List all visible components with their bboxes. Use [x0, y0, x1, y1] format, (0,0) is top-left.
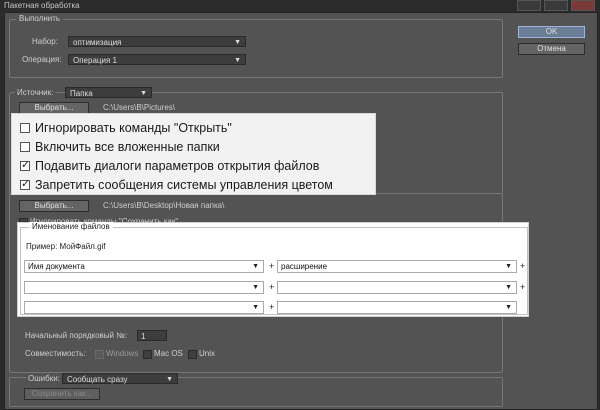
- chevron-down-icon: ▼: [252, 263, 259, 270]
- naming-select-1-right[interactable]: расширение ▼: [277, 260, 517, 273]
- close-icon[interactable]: [571, 0, 595, 11]
- unix-checkbox[interactable]: [188, 350, 197, 359]
- serial-label: Начальный порядковый №:: [25, 331, 128, 340]
- windows-label: Windows: [106, 349, 139, 358]
- maximize-icon[interactable]: [544, 0, 568, 11]
- action-select[interactable]: Операция 1 ▼: [68, 54, 246, 65]
- option-include-subfolders[interactable]: Включить все вложенные папки: [20, 140, 220, 154]
- file-naming-example: Пример: МойФайл.gif: [26, 242, 106, 251]
- option-suppress-color-warnings[interactable]: Запретить сообщения системы управления ц…: [20, 177, 333, 192]
- file-naming-group: Именование файлов Пример: МойФайл.gif Им…: [20, 222, 528, 315]
- suppress-open-dialogs-label: Подавить диалоги параметров открытия фай…: [35, 159, 320, 173]
- naming-select-1-right-value: расширение: [281, 262, 328, 271]
- naming-select-3-right[interactable]: ▼: [277, 301, 517, 314]
- naming-select-2-right[interactable]: ▼: [277, 281, 517, 294]
- naming-select-1-left-value: Имя документа: [28, 262, 85, 271]
- set-label: Набор:: [32, 37, 58, 46]
- plus-icon: +: [520, 261, 526, 271]
- action-select-value: Операция 1: [73, 56, 117, 65]
- unix-label: Unix: [199, 349, 216, 358]
- plus-icon: +: [269, 302, 275, 312]
- suppress-open-dialogs-checkbox[interactable]: [20, 158, 30, 171]
- macos-label: Mac OS: [154, 349, 183, 358]
- source-select-value: Папка: [70, 89, 93, 98]
- errors-group: Ошибки: Сообщать сразу ▼ Сохранить как..…: [9, 373, 503, 407]
- chevron-down-icon: ▼: [505, 263, 512, 270]
- option-suppress-open-dialogs[interactable]: Подавить диалоги параметров открытия фай…: [20, 158, 320, 173]
- chevron-down-icon: ▼: [140, 90, 147, 97]
- batch-dialog: OK Отмена Выполнить Набор: оптимизация ▼…: [4, 12, 598, 410]
- include-subfolders-checkbox[interactable]: [20, 142, 30, 152]
- include-subfolders-label: Включить все вложенные папки: [35, 140, 220, 154]
- windows-checkbox[interactable]: [95, 350, 104, 359]
- save-as-button[interactable]: Сохранить как...: [24, 388, 100, 400]
- file-naming-legend: Именование файлов: [29, 222, 113, 231]
- errors-select-value: Сообщать сразу: [67, 375, 128, 384]
- source-path: C:\Users\B\Pictures\: [103, 103, 176, 112]
- play-group: Выполнить Набор: оптимизация ▼ Операция:…: [9, 14, 503, 78]
- ignore-open-label: Игнорировать команды "Открыть": [35, 121, 232, 135]
- chevron-down-icon: ▼: [234, 57, 241, 64]
- action-label: Операция:: [22, 55, 62, 64]
- destination-choose-button[interactable]: Выбрать...: [19, 200, 89, 212]
- set-select[interactable]: оптимизация ▼: [68, 36, 246, 47]
- cancel-button[interactable]: Отмена: [518, 43, 585, 55]
- set-select-value: оптимизация: [73, 38, 122, 47]
- play-legend: Выполнить: [16, 14, 64, 23]
- chevron-down-icon: ▼: [234, 39, 241, 46]
- suppress-color-warnings-label: Запретить сообщения системы управления ц…: [35, 178, 333, 192]
- naming-select-1-left[interactable]: Имя документа ▼: [24, 260, 264, 273]
- chevron-down-icon: ▼: [505, 284, 512, 291]
- source-label: Источник:: [15, 88, 56, 97]
- macos-checkbox[interactable]: [143, 350, 152, 359]
- errors-select[interactable]: Сообщать сразу ▼: [62, 373, 178, 384]
- destination-path: C:\Users\B\Desktop\Новая папка\: [103, 201, 225, 210]
- plus-icon: +: [269, 261, 275, 271]
- window-controls: [517, 0, 595, 11]
- chevron-down-icon: ▼: [505, 304, 512, 311]
- plus-icon: +: [269, 282, 275, 292]
- compat-label: Совместимость:: [25, 349, 86, 358]
- chevron-down-icon: ▼: [166, 376, 173, 383]
- file-naming-panel: Именование файлов Пример: МойФайл.gif Им…: [17, 222, 529, 317]
- naming-select-3-left[interactable]: ▼: [24, 301, 264, 314]
- naming-select-2-left[interactable]: ▼: [24, 281, 264, 294]
- option-ignore-open[interactable]: Игнорировать команды "Открыть": [20, 121, 232, 135]
- chevron-down-icon: ▼: [252, 304, 259, 311]
- minimize-icon[interactable]: [517, 0, 541, 11]
- chevron-down-icon: ▼: [252, 284, 259, 291]
- serial-input[interactable]: 1: [137, 330, 167, 341]
- plus-icon: +: [520, 282, 526, 292]
- ok-button[interactable]: OK: [518, 26, 585, 38]
- suppress-color-warnings-checkbox[interactable]: [20, 177, 30, 190]
- ignore-open-checkbox[interactable]: [20, 123, 30, 133]
- errors-label: Ошибки:: [26, 374, 62, 383]
- window-title: Пакетная обработка: [4, 1, 80, 10]
- source-options-panel: Игнорировать команды "Открыть" Включить …: [11, 113, 376, 195]
- source-select[interactable]: Папка ▼: [65, 87, 152, 98]
